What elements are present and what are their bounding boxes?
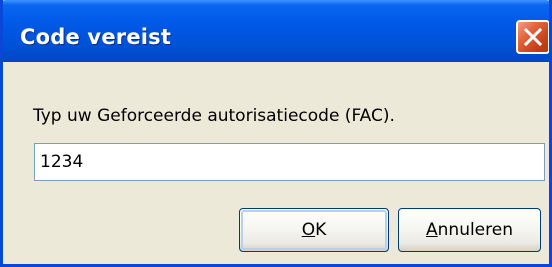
code-required-dialog: Code vereist Typ uw Geforceerde autorisa… — [0, 0, 552, 267]
fac-code-input[interactable] — [34, 143, 545, 181]
close-button[interactable] — [516, 20, 549, 54]
ok-mnemonic: O — [301, 220, 316, 240]
ok-button[interactable]: OK — [239, 208, 389, 252]
cancel-label-rest: nnuleren — [437, 220, 513, 240]
title-bar[interactable]: Code vereist — [3, 0, 549, 62]
ok-label-rest: K — [315, 220, 327, 240]
prompt-message: Typ uw Geforceerde autorisatiecode (FAC)… — [33, 106, 395, 126]
cancel-button[interactable]: Annuleren — [398, 208, 541, 252]
cancel-mnemonic: A — [426, 220, 438, 240]
dialog-title: Code vereist — [20, 25, 172, 49]
close-icon — [524, 28, 542, 46]
